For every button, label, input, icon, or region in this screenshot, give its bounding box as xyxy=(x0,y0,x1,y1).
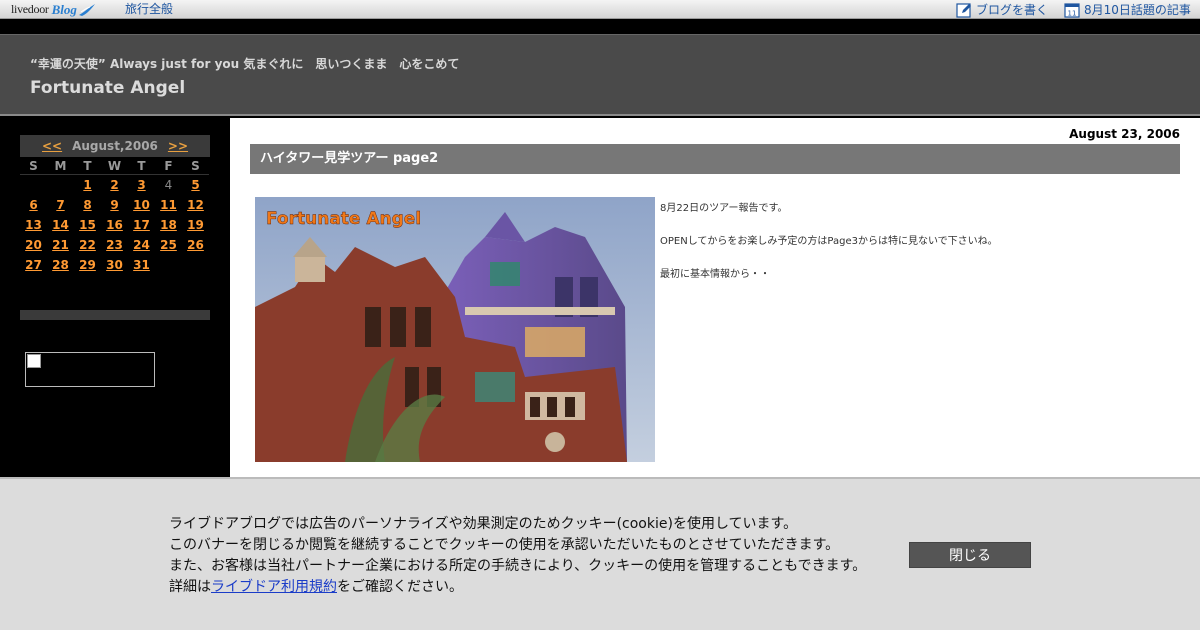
blog-header: “幸運の天使” Always just for you 気まぐれに 思いつくまま… xyxy=(0,34,1200,116)
close-banner-button[interactable]: 閉じる xyxy=(909,542,1031,568)
cookie-line: このバナーを閉じるか閲覧を継続することでクッキーの使用を承認いただいたものとさせ… xyxy=(169,537,840,553)
topic-articles-label: 8月10日話題の記事 xyxy=(1084,3,1191,17)
calendar-grid: S M T W T F S 1 2 3 4 5 6 7 8 9 10 11 12 13 14 15 16 17 18 19 20 21… xyxy=(20,157,210,275)
logo-blog: Blog xyxy=(51,1,77,17)
calendar-day-link[interactable]: 18 xyxy=(155,215,182,235)
calendar-day-link[interactable]: 16 xyxy=(101,215,128,235)
entry-date: August 23, 2006 xyxy=(1069,127,1180,141)
sidebar: << August,2006 >> S M T W T F S 1 2 3 4 5 6 7 8 9 10 11 12… xyxy=(0,118,230,478)
calendar-dow: F xyxy=(155,157,182,175)
calendar-day-link[interactable]: 8 xyxy=(74,195,101,215)
calendar-dow: W xyxy=(101,157,128,175)
calendar-dow: S xyxy=(182,157,209,175)
calendar-day-link[interactable]: 15 xyxy=(74,215,101,235)
calendar-day-link[interactable]: 20 xyxy=(20,235,47,255)
calendar-day-link[interactable]: 27 xyxy=(20,255,47,275)
calendar-day-link[interactable]: 7 xyxy=(47,195,74,215)
pencil-icon xyxy=(956,2,971,18)
calendar-day-link[interactable]: 21 xyxy=(47,235,74,255)
calendar: << August,2006 >> S M T W T F S 1 2 3 4 5 6 7 8 9 10 11 12… xyxy=(20,135,210,275)
calendar-empty-cell xyxy=(20,175,47,195)
cookie-line4-prefix: 詳細は xyxy=(169,579,211,595)
calendar-dow: T xyxy=(128,157,155,175)
page: livedoor Blog 旅行全般 ブログを書く 11 8月10日話題の記事 xyxy=(0,0,1200,630)
sidebar-section-bar xyxy=(20,310,210,320)
calendar-day-link[interactable]: 10 xyxy=(128,195,155,215)
calendar-day-link[interactable]: 1 xyxy=(74,175,101,195)
entry-paragraph: 最初に基本情報から・・ xyxy=(660,269,770,280)
cookie-message: ライブドアブログでは広告のパーソナライズや効果測定のためクッキー(cookie)… xyxy=(169,514,866,598)
photo-watermark: Fortunate Angel xyxy=(266,209,421,229)
bird-icon xyxy=(78,3,95,16)
cookie-line: ライブドアブログでは広告のパーソナライズや効果測定のためクッキー(cookie)… xyxy=(169,516,798,532)
calendar-icon: 11 xyxy=(1064,2,1080,18)
calendar-day-link[interactable]: 11 xyxy=(155,195,182,215)
calendar-day-link[interactable]: 23 xyxy=(101,235,128,255)
cookie-banner: ライブドアブログでは広告のパーソナライズや効果測定のためクッキー(cookie)… xyxy=(0,477,1200,630)
calendar-day-link[interactable]: 5 xyxy=(182,175,209,195)
entry-paragraph: 8月22日のツアー報告です。 xyxy=(660,203,788,214)
calendar-empty-cell xyxy=(47,175,74,195)
cookie-line4-suffix: をご確認ください。 xyxy=(337,579,463,595)
cookie-line: 詳細はライブドア利用規約をご確認ください。 xyxy=(169,577,866,598)
calendar-day-link[interactable]: 19 xyxy=(182,215,209,235)
calendar-day-link[interactable]: 17 xyxy=(128,215,155,235)
calendar-day-link[interactable]: 12 xyxy=(182,195,209,215)
entry-body: 8月22日のツアー報告です。 OPENしてからをお楽しみ予定の方はPage3から… xyxy=(660,201,998,300)
entry-photo[interactable]: Fortunate Angel xyxy=(255,197,655,462)
calendar-day: 4 xyxy=(164,178,173,192)
calendar-day-link[interactable]: 14 xyxy=(47,215,74,235)
entry-paragraph: OPENしてからをお楽しみ予定の方はPage3からは特に見ないで下さいね。 xyxy=(660,236,998,247)
calendar-dow: T xyxy=(74,157,101,175)
logo-word: livedoor xyxy=(11,2,49,16)
write-blog-link[interactable]: ブログを書く xyxy=(956,1,1048,18)
calendar-day-link[interactable]: 28 xyxy=(47,255,74,275)
terms-link[interactable]: ライブドア利用規約 xyxy=(211,579,337,595)
calendar-day-link[interactable]: 9 xyxy=(101,195,128,215)
category-link[interactable]: 旅行全般 xyxy=(125,2,173,16)
tower-of-terror-photo: Fortunate Angel xyxy=(255,197,655,462)
calendar-day-link[interactable]: 29 xyxy=(74,255,101,275)
cookie-line: また、お客様は当社パートナー企業における所定の手続きにより、クッキーの使用を管理… xyxy=(169,558,867,574)
calendar-day-link[interactable]: 31 xyxy=(128,255,155,275)
calendar-next-link[interactable]: >> xyxy=(168,139,188,153)
calendar-day-link[interactable]: 25 xyxy=(155,235,182,255)
calendar-day-link[interactable]: 6 xyxy=(20,195,47,215)
calendar-dow: M xyxy=(47,157,74,175)
calendar-header: << August,2006 >> xyxy=(20,135,210,157)
calendar-prev-link[interactable]: << xyxy=(42,139,62,153)
broken-image-icon xyxy=(27,354,41,368)
livedoor-blog-logo[interactable]: livedoor Blog xyxy=(11,1,96,18)
calendar-day-link[interactable]: 3 xyxy=(128,175,155,195)
calendar-day-link[interactable]: 2 xyxy=(101,175,128,195)
blog-tagline: “幸運の天使” Always just for you 気まぐれに 思いつくまま… xyxy=(30,57,460,71)
calendar-dow: S xyxy=(20,157,47,175)
calendar-day-link[interactable]: 22 xyxy=(74,235,101,255)
livedoor-topbar: livedoor Blog 旅行全般 ブログを書く 11 8月10日話題の記事 xyxy=(0,0,1200,19)
main-content: August 23, 2006 ハイタワー見学ツアー page2 Fortuna… xyxy=(230,118,1200,478)
sidebar-banner-image[interactable] xyxy=(25,352,155,387)
calendar-day-link[interactable]: 30 xyxy=(101,255,128,275)
blog-title[interactable]: Fortunate Angel xyxy=(30,78,185,98)
svg-text:11: 11 xyxy=(1068,9,1077,17)
entry-title[interactable]: ハイタワー見学ツアー page2 xyxy=(250,144,1180,174)
topic-articles-link[interactable]: 11 8月10日話題の記事 xyxy=(1064,1,1191,18)
write-blog-label: ブログを書く xyxy=(976,3,1049,17)
calendar-day-link[interactable]: 24 xyxy=(128,235,155,255)
calendar-day-link[interactable]: 13 xyxy=(20,215,47,235)
calendar-month: August,2006 xyxy=(72,139,158,153)
calendar-day-link[interactable]: 26 xyxy=(182,235,209,255)
header-strip xyxy=(0,20,1200,34)
